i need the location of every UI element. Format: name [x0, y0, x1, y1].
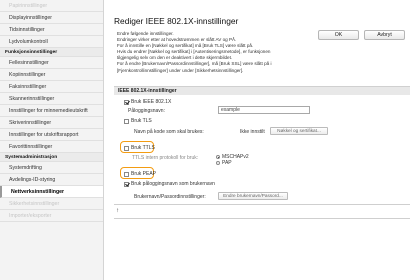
change-user-pass-button[interactable]: Endre brukernavn/Passord... [218, 192, 288, 200]
sidebar-item[interactable]: Skriverinnstillinger [0, 117, 103, 129]
key-name-value: Ikke innstilt [240, 129, 265, 135]
use-ieee-checkbox[interactable] [124, 99, 129, 105]
sidebar-item[interactable]: Sikkerhetsinnstillinger [0, 198, 103, 210]
use-ttls-row: Bruk TTLS [124, 145, 155, 151]
login-name-label: Påloggingsnavn: [128, 108, 165, 114]
sidebar-item[interactable]: Avdelings-ID-styring [0, 174, 103, 186]
login-name-input[interactable]: example [218, 106, 310, 114]
sidebar-item[interactable]: Favorittinnstillinger [0, 141, 103, 153]
ok-button[interactable]: OK [318, 30, 359, 40]
use-ieee-label: Bruk IEEE 802.1X [131, 99, 172, 105]
sidebar-item[interactable]: Kopiinnstillinger [0, 69, 103, 81]
key-name-row: Navn på kode som skal brukes: [134, 129, 204, 135]
divider [114, 204, 410, 205]
ttls-protocol-row: TTLS intern protokoll for bruk: [132, 155, 198, 161]
sidebar-item[interactable]: Papirinnstillinger [0, 0, 103, 12]
cancel-button[interactable]: Avbryt [364, 30, 405, 40]
divider [114, 218, 410, 219]
sidebar-item[interactable]: Innstillinger for minnemedieutskrift [0, 105, 103, 117]
ttls-protocol-label: TTLS intern protokoll for bruk: [132, 155, 199, 161]
use-tls-row: Bruk TLS [124, 118, 152, 124]
radio-pap[interactable] [216, 161, 220, 165]
sidebar-item[interactable]: Lydvolumkontroll [0, 36, 103, 48]
page-title: Rediger IEEE 802.1X-innstillinger [114, 16, 239, 26]
use-ttls-checkbox[interactable] [124, 145, 129, 151]
radio-pap-label: PAP [222, 160, 232, 166]
instruction-line: [Fjernkontrollinnstillinger] under under… [117, 67, 244, 73]
sidebar-item[interactable]: Systemdrifting [0, 162, 103, 174]
use-tls-checkbox[interactable] [124, 118, 129, 124]
key-name-label: Navn på kode som skal brukes: [134, 129, 204, 135]
key-cert-button[interactable]: Nøkkel og sertifikat... [270, 127, 328, 135]
use-ieee-row: Bruk IEEE 802.1X [124, 99, 171, 105]
use-ttls-label: Bruk TTLS [131, 145, 155, 151]
user-pass-label: Brukernavn/Passordinnstillinger: [134, 194, 206, 200]
section-header: IEEE 802.1X-innstillinger [114, 86, 410, 95]
radio-pap-row: PAP [216, 160, 232, 166]
use-login-as-user-row: Bruk påloggingsnavn som brukernavn [124, 181, 215, 187]
sidebar-item[interactable]: Fellesinnstillinger [0, 57, 103, 69]
sidebar-item[interactable]: Faksinnstillinger [0, 81, 103, 93]
sidebar-item[interactable]: Importer/eksporter [0, 210, 103, 222]
sidebar-section-header: Funksjonsinnstillinger [0, 48, 103, 57]
use-login-as-user-label: Bruk påloggingsnavn som brukernavn [131, 181, 215, 187]
login-name-row: Påloggingsnavn: [128, 108, 165, 114]
sidebar-item[interactable]: Tidsinnstillinger [0, 24, 103, 36]
key-name-value-row: Ikke innstilt [240, 129, 265, 135]
radio-mschap[interactable] [216, 155, 220, 159]
instructions: Endre følgende innstillinger. Endringer … [117, 31, 313, 74]
sidebar-section-header: Systemadministrasjon [0, 153, 103, 162]
sidebar-item[interactable]: Skannerinnstillinger [0, 93, 103, 105]
use-peap-label: Bruk PEAP [131, 171, 157, 177]
sidebar-item[interactable]: Displayinnstillinger [0, 12, 103, 24]
main-content: Rediger IEEE 802.1X-innstillinger OK Avb… [106, 0, 415, 280]
sidebar: Papirinnstillinger Displayinnstillinger Ti… [0, 0, 104, 280]
user-pass-row: Brukernavn/Passordinnstillinger: [134, 194, 206, 200]
use-login-as-user-checkbox[interactable] [124, 181, 129, 187]
use-tls-label: Bruk TLS [131, 118, 152, 124]
use-peap-checkbox[interactable] [124, 171, 129, 177]
top-arrow-icon[interactable]: ↑ [116, 208, 119, 214]
sidebar-item[interactable]: Innstillinger for utskriftsrapport [0, 129, 103, 141]
sidebar-item[interactable]: Nettverksinnstillinger [0, 186, 103, 198]
use-peap-row: Bruk PEAP [124, 171, 156, 177]
